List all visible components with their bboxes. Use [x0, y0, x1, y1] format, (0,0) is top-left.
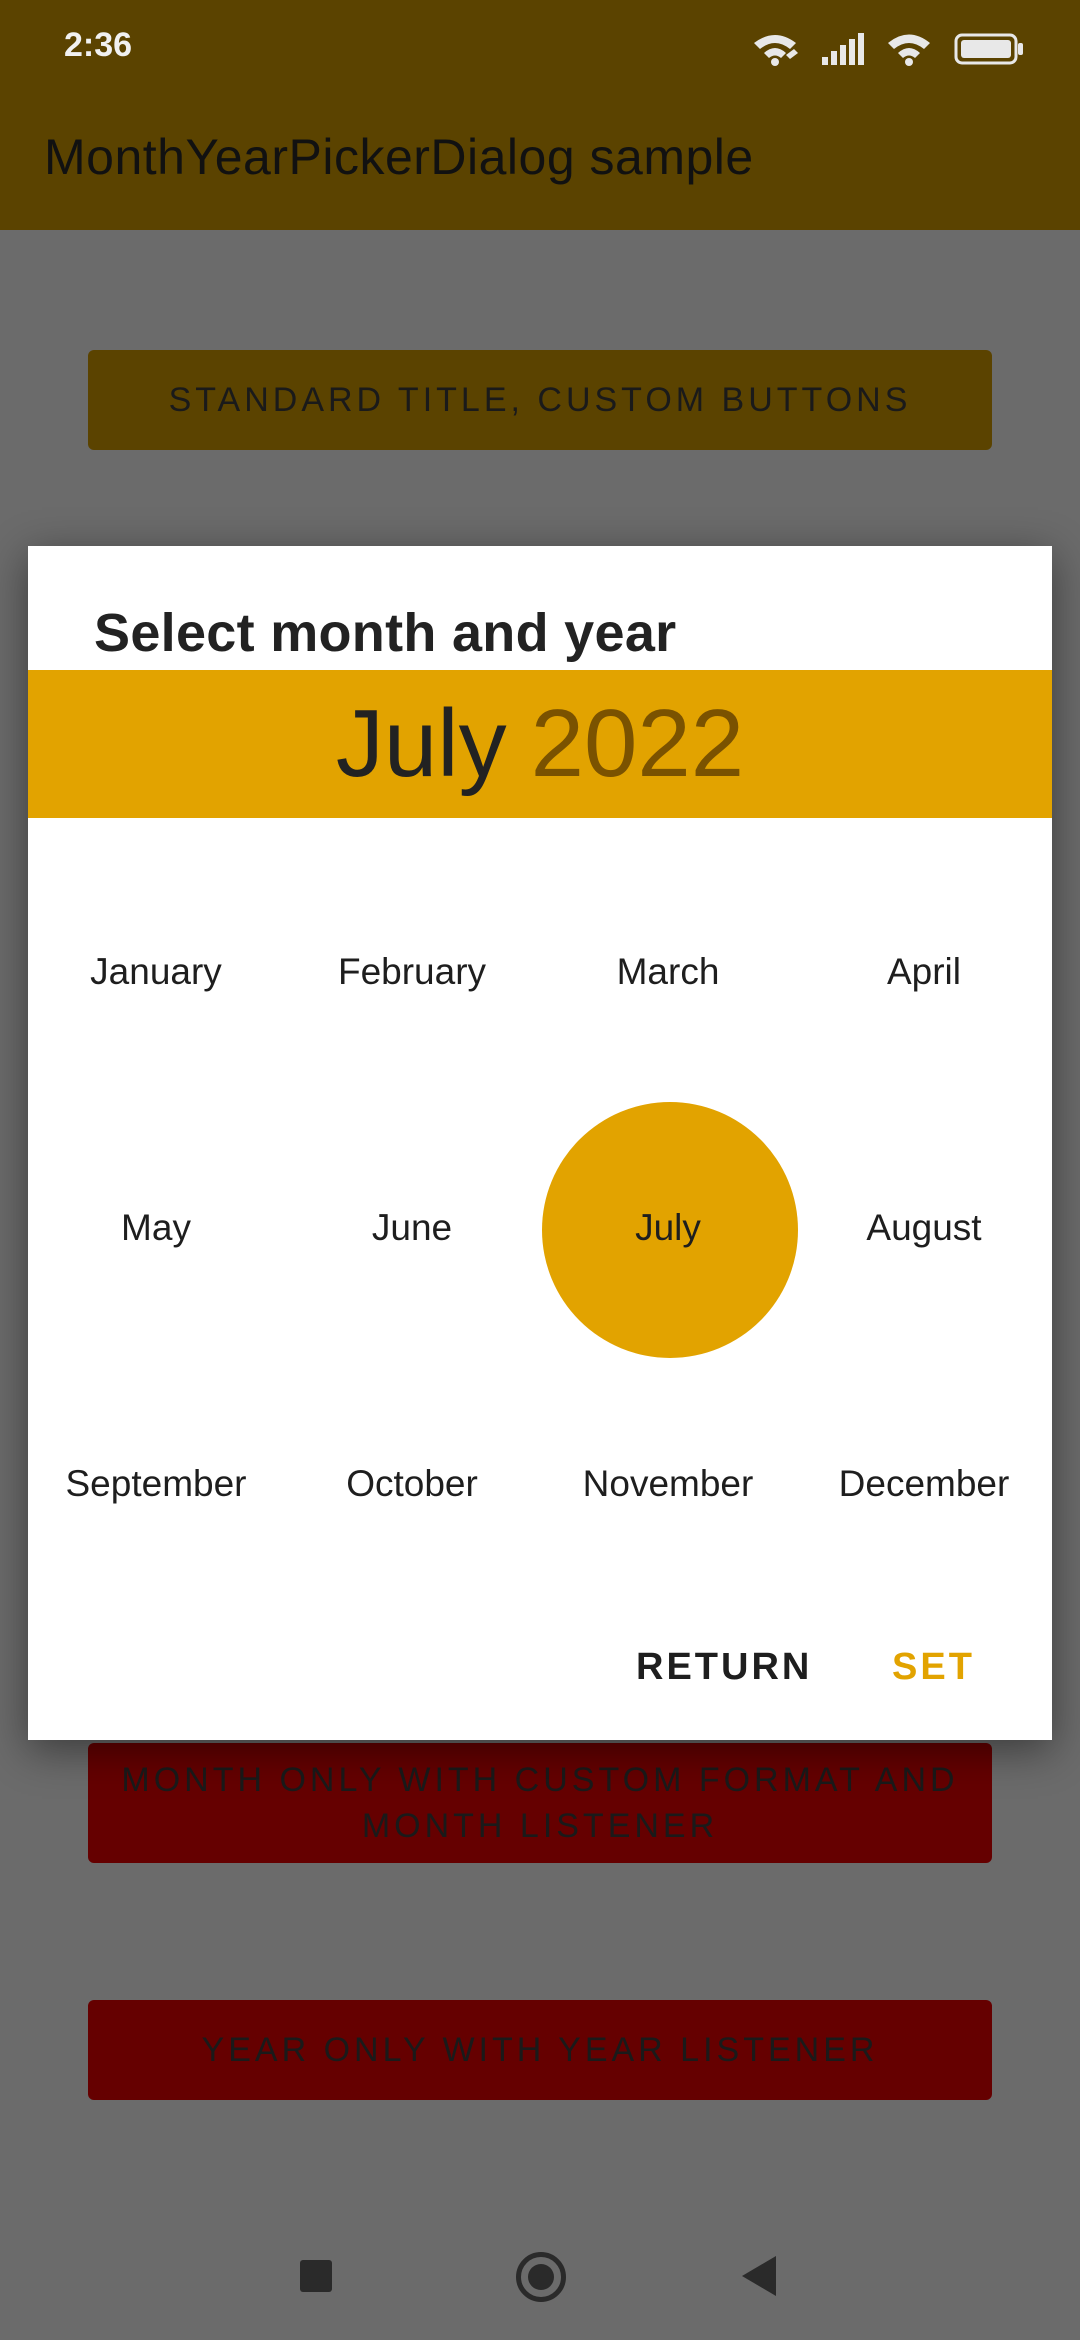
year-only-year-listener-button[interactable]: YEAR ONLY WITH YEAR LISTENER [88, 2000, 992, 2100]
month-november[interactable]: November [540, 1356, 796, 1612]
month-july-selected[interactable]: July [540, 1100, 798, 1358]
month-september[interactable]: September [28, 1356, 284, 1612]
header-month[interactable]: July [336, 689, 507, 799]
home-circle-icon[interactable] [516, 2252, 566, 2302]
status-icons [750, 28, 1024, 70]
month-april[interactable]: April [796, 844, 1052, 1100]
status-bar: 2:36 [0, 0, 1080, 96]
return-button[interactable]: RETURN [636, 1632, 812, 1702]
back-triangle-icon[interactable] [742, 2256, 776, 2296]
wifi-icon [888, 34, 930, 66]
dialog-title: Select month and year [94, 603, 677, 663]
app-bar: MonthYearPickerDialog sample [0, 96, 1080, 230]
month-february[interactable]: February [284, 844, 540, 1100]
standard-title-custom-buttons-button[interactable]: STANDARD TITLE, CUSTOM BUTTONS [88, 350, 992, 450]
header-year[interactable]: 2022 [531, 689, 745, 799]
set-button[interactable]: SET [892, 1632, 975, 1702]
status-time: 2:36 [64, 26, 133, 64]
month-grid: January February March April May June Ju… [28, 844, 1052, 1612]
month-year-picker-dialog: Select month and year July 2022 January … [28, 546, 1052, 1740]
month-october[interactable]: October [284, 1356, 540, 1612]
navigation-bar [0, 2200, 1080, 2340]
wifi-calling-icon [754, 35, 798, 66]
battery-icon [954, 33, 1023, 65]
selected-date-header: July 2022 [28, 670, 1052, 818]
month-may[interactable]: May [28, 1100, 284, 1356]
month-december[interactable]: December [796, 1356, 1052, 1612]
month-march[interactable]: March [540, 844, 796, 1100]
month-only-custom-format-button[interactable]: MONTH ONLY WITH CUSTOM FORMAT AND MONTH … [88, 1743, 992, 1863]
month-january[interactable]: January [28, 844, 284, 1100]
recents-square-icon[interactable] [300, 2260, 332, 2292]
month-june[interactable]: June [284, 1100, 540, 1356]
app-title: MonthYearPickerDialog sample [44, 129, 754, 185]
dialog-actions: RETURN SET [28, 1610, 1052, 1740]
signal-icon [822, 33, 864, 65]
month-august[interactable]: August [796, 1100, 1052, 1356]
